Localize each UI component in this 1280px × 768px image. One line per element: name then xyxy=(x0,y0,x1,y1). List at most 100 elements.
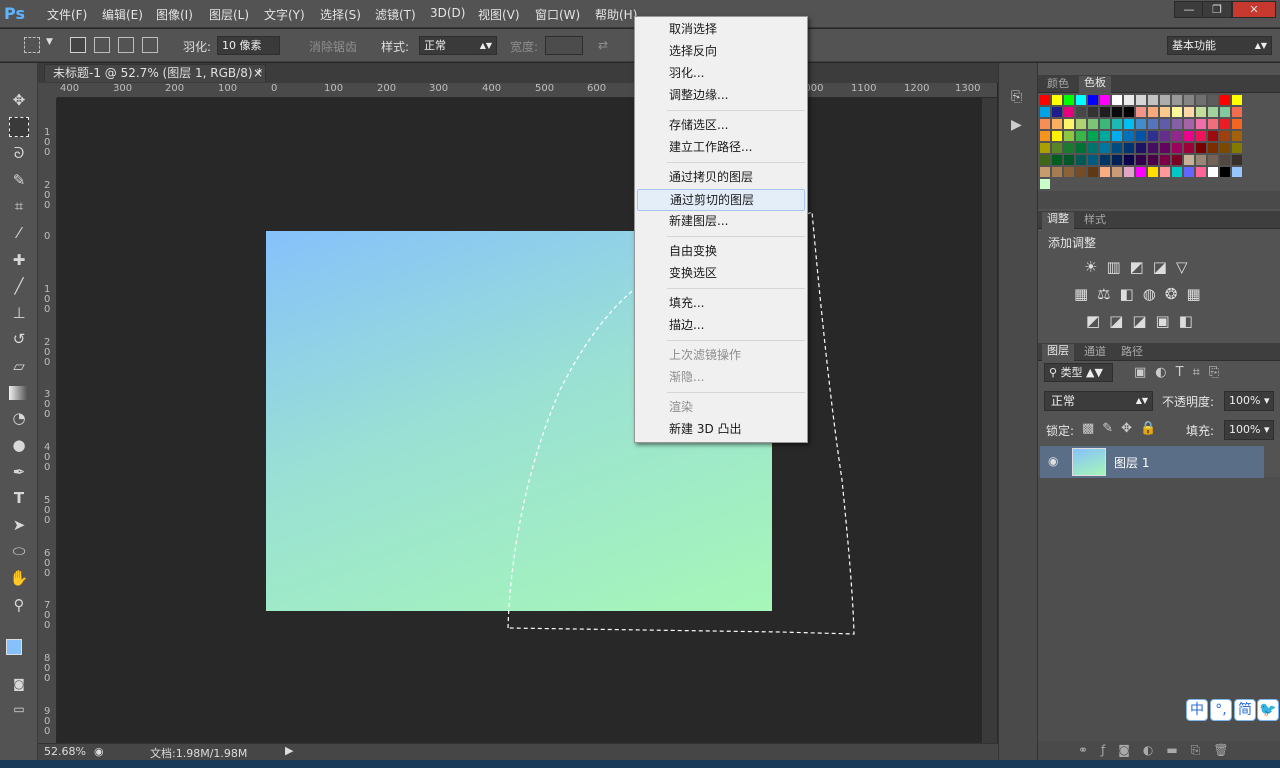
swatch[interactable] xyxy=(1172,95,1182,105)
swatch[interactable] xyxy=(1076,143,1086,153)
swatch[interactable] xyxy=(1088,119,1098,129)
swatch[interactable] xyxy=(1040,119,1050,129)
swatch[interactable] xyxy=(1196,155,1206,165)
swatch[interactable] xyxy=(1124,131,1134,141)
menu-item-refine-edge[interactable]: 调整边缘... xyxy=(635,84,807,106)
swatch[interactable] xyxy=(1184,107,1194,117)
layer-name[interactable]: 图层 1 xyxy=(1114,454,1149,471)
swatch[interactable] xyxy=(1112,131,1122,141)
swatch[interactable] xyxy=(1040,95,1050,105)
swatch[interactable] xyxy=(1160,95,1170,105)
blend-mode-select[interactable]: 正常 ▲▼ xyxy=(1044,391,1153,411)
swatch[interactable] xyxy=(1136,143,1146,153)
swatch[interactable] xyxy=(1232,107,1242,117)
swatch[interactable] xyxy=(1052,167,1062,177)
swatch[interactable] xyxy=(1064,119,1074,129)
swatch[interactable] xyxy=(1196,131,1206,141)
fill-input[interactable]: 100% ▾ xyxy=(1224,420,1274,440)
swatches-grid[interactable] xyxy=(1040,95,1264,191)
swatch[interactable] xyxy=(1112,107,1122,117)
swatch[interactable] xyxy=(1220,131,1230,141)
swatch[interactable] xyxy=(1184,131,1194,141)
swatch[interactable] xyxy=(1136,131,1146,141)
swatch[interactable] xyxy=(1052,119,1062,129)
layers-footer-icons[interactable]: ⚭ƒ◙◐▬⎘🗑 xyxy=(1038,741,1280,760)
swatch[interactable] xyxy=(1064,131,1074,141)
visibility-eye-icon[interactable]: ◉ xyxy=(1048,454,1058,468)
menu-item-deselect[interactable]: 取消选择 xyxy=(635,18,807,40)
swatch[interactable] xyxy=(1208,107,1218,117)
swatch[interactable] xyxy=(1160,131,1170,141)
tab-channels[interactable]: 通道 xyxy=(1079,345,1111,359)
actions-panel-icon[interactable]: ▶ xyxy=(1011,117,1022,133)
swatch[interactable] xyxy=(1136,95,1146,105)
swatch[interactable] xyxy=(1100,143,1110,153)
swatch[interactable] xyxy=(1172,107,1182,117)
swatch[interactable] xyxy=(1148,167,1158,177)
swatch[interactable] xyxy=(1208,167,1218,177)
menu-item-layer-via-copy[interactable]: 通过拷贝的图层 xyxy=(635,166,807,188)
history-panel-icon[interactable]: ⎘ xyxy=(1011,89,1022,105)
swatch[interactable] xyxy=(1112,167,1122,177)
swatch[interactable] xyxy=(1088,167,1098,177)
swatch[interactable] xyxy=(1184,155,1194,165)
swatch[interactable] xyxy=(1112,143,1122,153)
swatch[interactable] xyxy=(1076,119,1086,129)
swatch[interactable] xyxy=(1100,155,1110,165)
menu-item-free-transform[interactable]: 自由变换 xyxy=(635,240,807,262)
swatch[interactable] xyxy=(1124,107,1134,117)
status-menu-arrow-icon[interactable]: ▶ xyxy=(285,744,293,757)
swatch[interactable] xyxy=(1088,107,1098,117)
swatch[interactable] xyxy=(1184,167,1194,177)
swatch[interactable] xyxy=(1040,131,1050,141)
swatch[interactable] xyxy=(1196,143,1206,153)
share-icon[interactable]: ◉ xyxy=(94,745,104,758)
swatch[interactable] xyxy=(1076,155,1086,165)
swatch[interactable] xyxy=(1064,95,1074,105)
swatch[interactable] xyxy=(1052,107,1062,117)
swatch[interactable] xyxy=(1076,95,1086,105)
swatch[interactable] xyxy=(1160,155,1170,165)
swatch[interactable] xyxy=(1232,95,1242,105)
swatch[interactable] xyxy=(1196,107,1206,117)
swatch[interactable] xyxy=(1124,119,1134,129)
swatch[interactable] xyxy=(1040,155,1050,165)
menu-item-stroke[interactable]: 描边... xyxy=(635,314,807,336)
swatch[interactable] xyxy=(1124,155,1134,165)
swatch[interactable] xyxy=(1076,167,1086,177)
menu-item-feather[interactable]: 羽化... xyxy=(635,62,807,84)
swatch[interactable] xyxy=(1220,143,1230,153)
swatch[interactable] xyxy=(1124,143,1134,153)
swatch[interactable] xyxy=(1100,95,1110,105)
swatch[interactable] xyxy=(1148,155,1158,165)
swatch[interactable] xyxy=(1064,107,1074,117)
swatch[interactable] xyxy=(1208,155,1218,165)
swatch[interactable] xyxy=(1160,107,1170,117)
swatch[interactable] xyxy=(1076,107,1086,117)
swatch[interactable] xyxy=(1064,155,1074,165)
swatch[interactable] xyxy=(1100,107,1110,117)
swatch[interactable] xyxy=(1172,119,1182,129)
tab-color[interactable]: 颜色 xyxy=(1042,77,1074,91)
swatch[interactable] xyxy=(1100,119,1110,129)
swatch[interactable] xyxy=(1148,95,1158,105)
swatch[interactable] xyxy=(1172,131,1182,141)
swatch[interactable] xyxy=(1208,95,1218,105)
swatch[interactable] xyxy=(1088,131,1098,141)
swatch[interactable] xyxy=(1148,119,1158,129)
swatch[interactable] xyxy=(1136,155,1146,165)
swatch[interactable] xyxy=(1196,119,1206,129)
swatch[interactable] xyxy=(1100,131,1110,141)
menu-item-transform-selection[interactable]: 变换选区 xyxy=(635,262,807,284)
swatch[interactable] xyxy=(1112,155,1122,165)
swatch[interactable] xyxy=(1136,119,1146,129)
swatch[interactable] xyxy=(1064,167,1074,177)
swatch[interactable] xyxy=(1184,143,1194,153)
swatch[interactable] xyxy=(1220,167,1230,177)
layer-filter-select[interactable]: ⚲ 类型 ▲▼ xyxy=(1044,363,1113,382)
swatch[interactable] xyxy=(1232,167,1242,177)
swatch[interactable] xyxy=(1052,155,1062,165)
swatch[interactable] xyxy=(1160,119,1170,129)
swatch[interactable] xyxy=(1148,131,1158,141)
swatch[interactable] xyxy=(1112,95,1122,105)
